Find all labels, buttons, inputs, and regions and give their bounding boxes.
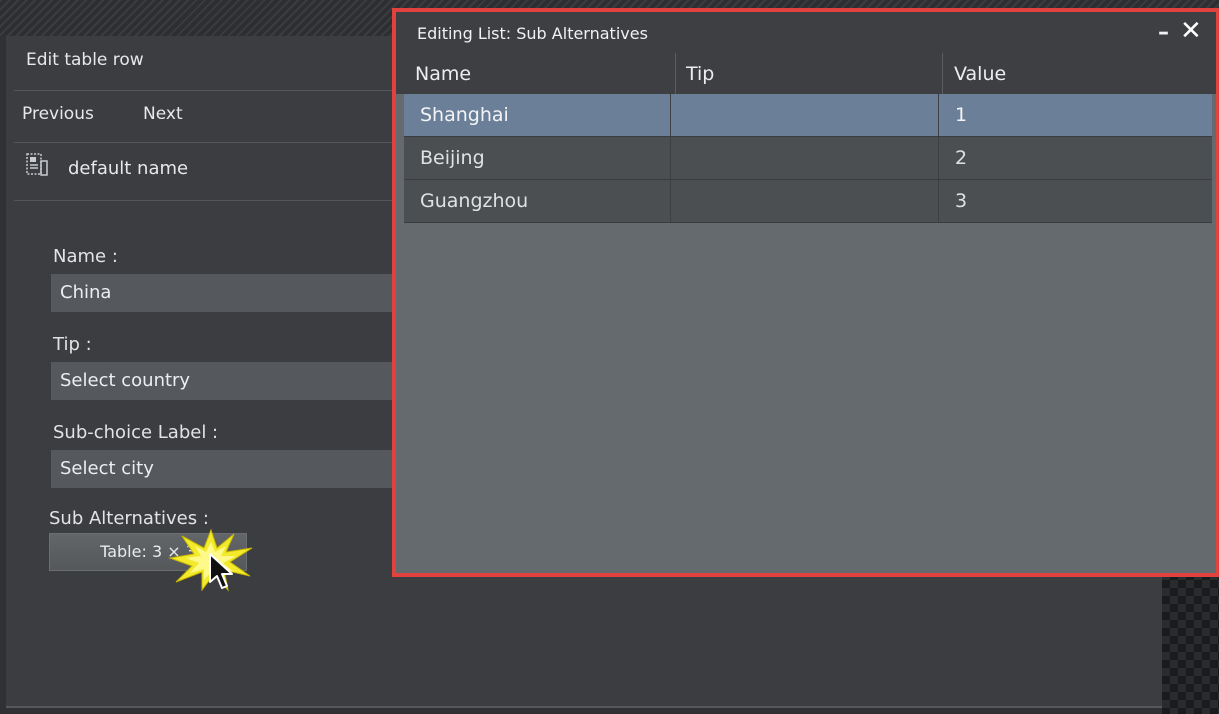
column-header-name[interactable]: Name	[415, 63, 471, 85]
cell-value[interactable]: 1	[939, 94, 1212, 136]
dialog-titlebar[interactable]: Editing List: Sub Alternatives – ✕	[396, 12, 1216, 53]
subchoice-label: Sub-choice Label :	[53, 422, 219, 443]
cell-tip[interactable]	[671, 137, 938, 179]
column-divider[interactable]	[675, 53, 676, 94]
tip-label: Tip :	[53, 334, 92, 355]
name-label: Name :	[53, 246, 118, 267]
minimize-icon[interactable]: –	[1158, 20, 1169, 45]
panel-bottom-border	[6, 706, 1162, 708]
node-name: default name	[68, 158, 189, 179]
close-icon[interactable]: ✕	[1180, 16, 1202, 46]
cell-value[interactable]: 2	[939, 137, 1212, 179]
cell-name[interactable]: Guangzhou	[404, 180, 670, 222]
subchoice-field[interactable]: Select city	[51, 450, 397, 488]
name-field[interactable]: China	[51, 274, 397, 312]
tip-field[interactable]: Select country	[51, 362, 397, 400]
container-node-icon	[26, 153, 48, 176]
previous-button[interactable]: Previous	[22, 104, 94, 124]
table-header: Name Tip Value	[396, 53, 1216, 94]
table-row[interactable]: Beijing 2	[404, 137, 1212, 180]
table-row[interactable]: Shanghai 1	[404, 94, 1212, 137]
cell-name[interactable]: Beijing	[404, 137, 670, 179]
cell-tip[interactable]	[671, 180, 938, 222]
mouse-pointer-icon	[209, 553, 233, 589]
divider	[14, 200, 394, 201]
table-row[interactable]: Guangzhou 3	[404, 180, 1212, 223]
column-header-value[interactable]: Value	[954, 63, 1006, 85]
editing-list-dialog: Editing List: Sub Alternatives – ✕ Name …	[392, 8, 1219, 577]
sub-alternatives-label: Sub Alternatives :	[49, 508, 209, 529]
edit-row-title: Edit table row	[26, 50, 144, 70]
cell-value[interactable]: 3	[939, 180, 1212, 222]
cell-tip[interactable]	[671, 94, 938, 136]
next-button[interactable]: Next	[143, 104, 183, 124]
cell-name[interactable]: Shanghai	[404, 94, 670, 136]
column-divider[interactable]	[942, 53, 943, 94]
column-header-tip[interactable]: Tip	[686, 63, 714, 85]
divider	[14, 142, 394, 143]
divider	[14, 90, 394, 91]
dialog-title: Editing List: Sub Alternatives	[417, 24, 648, 43]
